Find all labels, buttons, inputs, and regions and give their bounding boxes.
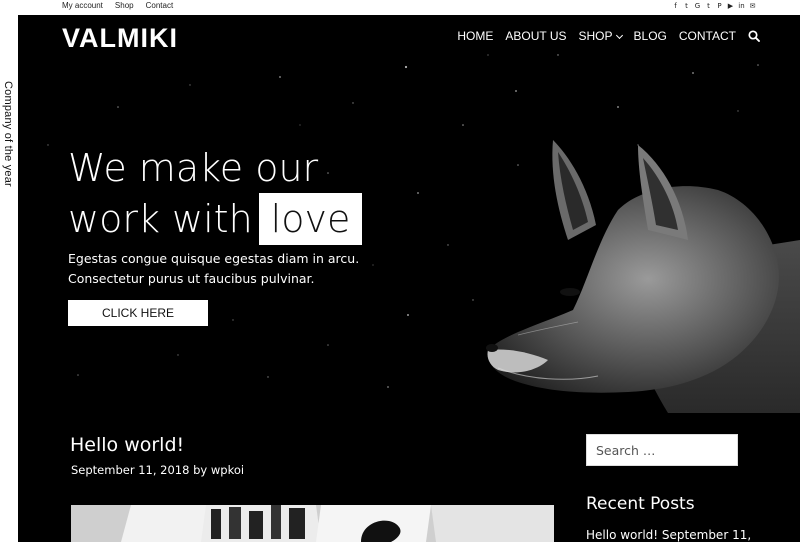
youtube-icon[interactable]: ▶	[727, 2, 734, 10]
headline-line-1: We make our	[68, 146, 319, 190]
nav-blog[interactable]: BLOG	[634, 29, 667, 43]
nav-shop-label: SHOP	[578, 29, 613, 43]
nav-home[interactable]: HOME	[457, 29, 493, 43]
side-label-strip: Company of the year	[0, 15, 18, 542]
google-icon[interactable]: G	[694, 2, 701, 10]
nav-shop[interactable]: SHOP	[578, 29, 623, 43]
pinterest-icon[interactable]: P	[716, 2, 723, 10]
post-by: by	[193, 463, 208, 477]
post-title[interactable]: Hello world!	[70, 434, 184, 456]
my-account-link[interactable]: My account	[62, 1, 103, 10]
email-icon[interactable]: ✉	[749, 2, 756, 10]
facebook-icon[interactable]: f	[672, 2, 679, 10]
post-date[interactable]: September 11, 2018	[71, 463, 189, 477]
main-navigation: HOME ABOUT US SHOP BLOG CONTACT	[457, 29, 760, 43]
company-of-the-year-label: Company of the year	[2, 81, 14, 187]
site-logo[interactable]: VALMIKI	[62, 23, 178, 54]
chevron-down-icon	[615, 31, 623, 40]
nav-contact[interactable]: CONTACT	[679, 29, 736, 43]
account-links: My account Shop Contact	[62, 1, 173, 10]
search-icon[interactable]	[748, 30, 760, 42]
social-icons: f t G t P ▶ in ✉	[672, 2, 756, 10]
hero-section: VALMIKI HOME ABOUT US SHOP BLOG CONTACT …	[18, 15, 800, 413]
twitter-icon[interactable]: t	[683, 2, 690, 10]
headline-line-2: work with love	[68, 193, 363, 245]
hero-description: Egestas congue quisque egestas diam in a…	[68, 249, 359, 289]
contact-link[interactable]: Contact	[146, 1, 174, 10]
tumblr-icon[interactable]: t	[705, 2, 712, 10]
linkedin-icon[interactable]: in	[738, 2, 745, 10]
shop-link[interactable]: Shop	[115, 1, 134, 10]
hero-description-line-2: Consectetur purus ut faucibus pulvinar.	[68, 271, 315, 286]
love-highlight: love	[258, 193, 363, 245]
recent-posts-heading: Recent Posts	[586, 494, 695, 514]
hero-headline: We make our work with love	[68, 143, 363, 245]
sidebar-search-input[interactable]	[586, 434, 738, 466]
newspaper-collage-image	[71, 505, 554, 542]
top-utility-bar: My account Shop Contact f t G t P ▶ in ✉	[0, 0, 800, 15]
recent-post-date: September 11,	[661, 528, 752, 542]
recent-post-link[interactable]: Hello world!	[586, 528, 658, 542]
recent-post-item: Hello world! September 11,	[586, 528, 751, 542]
nav-about-us[interactable]: ABOUT US	[505, 29, 566, 43]
post-featured-image[interactable]	[71, 505, 554, 542]
hero-description-line-1: Egestas congue quisque egestas diam in a…	[68, 251, 360, 266]
fox-image	[486, 140, 800, 413]
headline-prefix: work with	[68, 197, 253, 241]
click-here-button[interactable]: CLICK HERE	[68, 300, 208, 326]
post-meta: September 11, 2018 by wpkoi	[71, 463, 244, 477]
post-author[interactable]: wpkoi	[211, 463, 244, 477]
